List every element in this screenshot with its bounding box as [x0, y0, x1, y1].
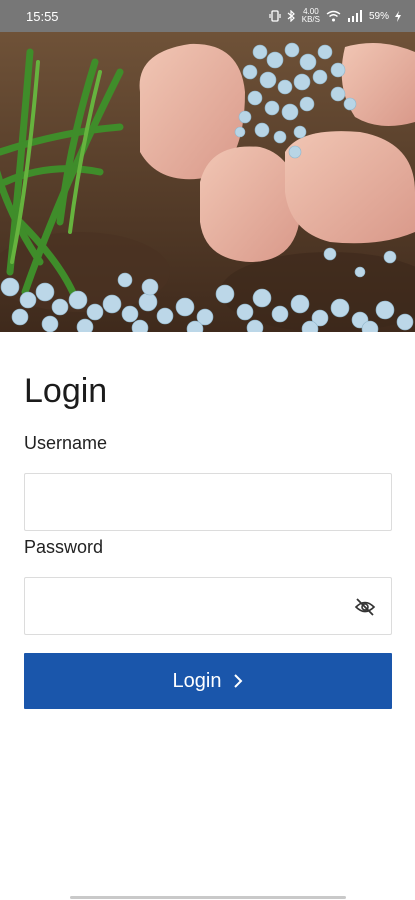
fertilizer-hand-illustration	[0, 32, 415, 332]
signal-icon	[347, 10, 362, 22]
chevron-right-icon	[234, 674, 243, 688]
username-label: Username	[24, 433, 108, 453]
hero-image	[0, 32, 415, 332]
status-time: 15:55	[26, 8, 59, 24]
network-speed: 4.00 KB/S	[302, 8, 320, 24]
page-title: Login	[24, 372, 108, 410]
charging-icon	[395, 10, 401, 22]
navigation-handle[interactable]	[70, 896, 346, 899]
status-icons: 4.00 KB/S 59%	[269, 8, 401, 24]
password-input[interactable]	[25, 578, 391, 634]
status-bar: 15:55 4.00 KB/S 59%	[0, 0, 415, 32]
username-input[interactable]	[25, 474, 391, 530]
network-speed-unit: KB/S	[301, 15, 320, 24]
login-button-label: Login	[172, 669, 222, 692]
bluetooth-icon	[287, 10, 295, 22]
login-screen: 15:55 4.00 KB/S 59% Login Username Passw…	[0, 0, 415, 900]
wifi-icon	[326, 10, 341, 22]
eye-off-icon[interactable]	[353, 595, 377, 619]
vibrate-icon	[269, 10, 281, 22]
password-field-container	[24, 577, 392, 635]
battery-percent: 59%	[368, 10, 389, 22]
password-label: Password	[24, 537, 104, 557]
login-button[interactable]: Login	[24, 653, 392, 709]
username-field-container	[24, 473, 392, 531]
